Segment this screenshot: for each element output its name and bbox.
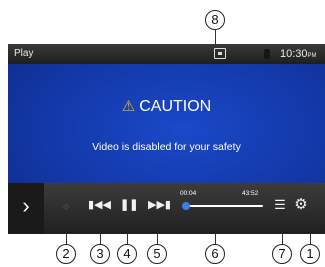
move-arrows-icon[interactable]: ✥ bbox=[58, 199, 74, 215]
callout-7: 7 bbox=[272, 244, 292, 264]
callout-5: 5 bbox=[147, 244, 167, 264]
chevron-right-icon[interactable]: › bbox=[8, 183, 44, 234]
pause-icon[interactable]: ❚❚ bbox=[120, 198, 138, 211]
callout-2: 2 bbox=[56, 244, 76, 264]
callout-1: 1 bbox=[300, 244, 320, 264]
caution-heading: ⚠ CAUTION bbox=[8, 97, 325, 116]
callout-4: 4 bbox=[117, 244, 137, 264]
callout-8: 8 bbox=[205, 10, 225, 30]
clock: 10:30PM bbox=[280, 44, 317, 66]
elapsed-time: 00:04 bbox=[180, 190, 197, 197]
callout-7-leader bbox=[282, 234, 283, 244]
list-icon[interactable]: ☰ bbox=[272, 197, 288, 213]
display-mode-icon[interactable] bbox=[214, 48, 226, 59]
bluetooth-icon bbox=[264, 49, 270, 59]
skip-previous-icon[interactable]: ▮◀◀ bbox=[88, 198, 111, 211]
caution-title: CAUTION bbox=[139, 98, 212, 115]
clock-time: 10:30 bbox=[280, 48, 308, 60]
total-time: 43:52 bbox=[242, 190, 259, 197]
callout-2-leader bbox=[66, 234, 67, 244]
progress-slider[interactable] bbox=[183, 205, 263, 207]
gear-icon[interactable]: ⚙ bbox=[292, 195, 310, 213]
callout-6-leader bbox=[215, 234, 216, 244]
control-bar: › ✥ ▮◀◀ ❚❚ ▶▶▮ 00:04 43:52 ☰ ⚙ bbox=[8, 183, 325, 234]
clock-suffix: PM bbox=[307, 53, 317, 59]
mode-label: Play bbox=[14, 48, 34, 59]
page: { "status_bar": { "mode": "Play", "clock… bbox=[0, 0, 325, 267]
status-bar: Play 10:30PM bbox=[8, 44, 325, 64]
callout-3-leader bbox=[100, 234, 101, 244]
skip-next-icon[interactable]: ▶▶▮ bbox=[148, 198, 171, 211]
device-screen: Play 10:30PM ⚠ CAUTION Video is disabled … bbox=[8, 44, 325, 234]
progress-knob[interactable] bbox=[182, 202, 191, 210]
callout-6: 6 bbox=[205, 244, 225, 264]
warning-triangle-icon: ⚠ bbox=[121, 98, 136, 115]
callout-3: 3 bbox=[90, 244, 110, 264]
callout-5-leader bbox=[157, 234, 158, 244]
safety-message: Video is disabled for your safety bbox=[92, 141, 241, 153]
callout-1-leader bbox=[310, 234, 311, 244]
callout-4-leader bbox=[127, 234, 128, 244]
